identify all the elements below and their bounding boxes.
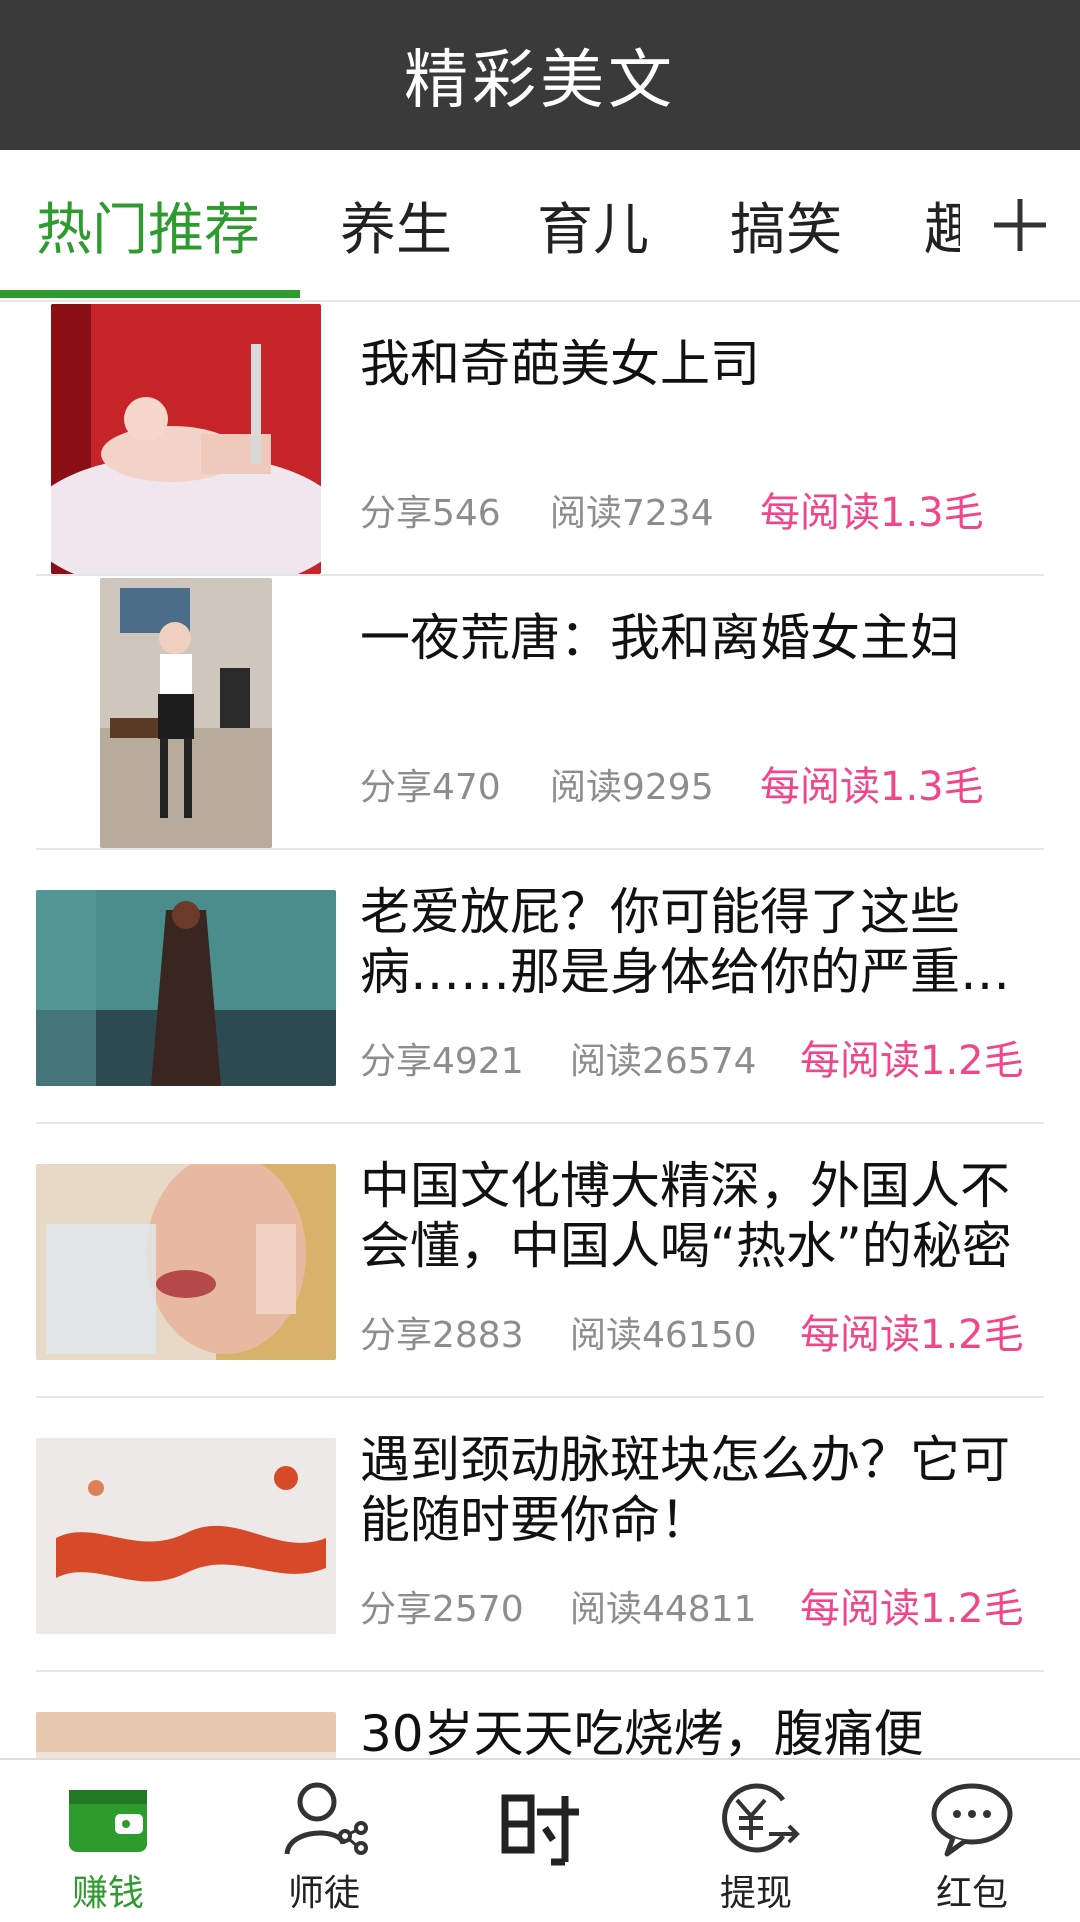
active-tab-indicator: [0, 290, 300, 298]
share-count: 分享546: [360, 493, 501, 534]
list-item[interactable]: 我和奇葩美女上司 分享546 阅读7234 每阅读1.3毛: [36, 300, 1044, 576]
list-item[interactable]: 遇到颈动脉斑块怎么办？它可能随时要你命！ 分享2570 阅读44811 每阅读1…: [36, 1396, 1044, 1672]
share-count: 分享2570: [360, 1589, 524, 1630]
tab-parenting[interactable]: 育儿: [537, 150, 649, 300]
article-meta: 分享2883 阅读46150 每阅读1.2毛: [360, 1306, 1060, 1358]
reward-rate: 每阅读1.2毛: [800, 1312, 1024, 1358]
tab-health[interactable]: 养生: [340, 150, 452, 300]
category-tabs: 热门推荐 养生 育儿 搞笑 趣: [0, 150, 1080, 302]
share-count: 分享2883: [360, 1315, 524, 1356]
article-title[interactable]: 中国文化博大精深，外国人不会懂，中国人喝“热水”的秘密: [360, 1156, 1020, 1276]
article-title[interactable]: 遇到颈动脉斑块怎么办？它可能随时要你命！: [360, 1430, 1020, 1550]
reward-rate: 每阅读1.2毛: [800, 1586, 1024, 1632]
article-title[interactable]: 30岁天天吃烧烤，腹痛便: [360, 1704, 1020, 1758]
tab-funny[interactable]: 搞笑: [730, 150, 842, 300]
article-thumbnail: [36, 1164, 336, 1360]
article-meta: 分享4921 阅读26574 每阅读1.2毛: [360, 1032, 1060, 1084]
reward-rate: 每阅读1.3毛: [760, 764, 984, 810]
article-list[interactable]: 我和奇葩美女上司 分享546 阅读7234 每阅读1.3毛 一夜荒唐：我和离婚女…: [0, 300, 1080, 1758]
read-count: 阅读9295: [550, 767, 714, 808]
article-thumbnail: [36, 1438, 336, 1634]
article-title[interactable]: 我和奇葩美女上司: [360, 334, 1020, 394]
chat-bubble-icon: [931, 1783, 1013, 1857]
list-item[interactable]: 老爱放屁？你可能得了这些病……那是身体给你的严重警告 分享4921 阅读2657…: [36, 848, 1044, 1124]
nav-label: 赚钱: [71, 1873, 144, 1914]
app-header: 精彩美文: [0, 0, 1080, 150]
article-title[interactable]: 一夜荒唐：我和离婚女主妇: [360, 608, 1020, 668]
read-count: 阅读7234: [550, 493, 714, 534]
article-thumbnail: [36, 1712, 336, 1758]
nav-mentor[interactable]: 师徒: [216, 1760, 432, 1922]
reward-rate: 每阅读1.2毛: [800, 1038, 1024, 1084]
article-meta: 分享546 阅读7234 每阅读1.3毛: [360, 484, 1060, 536]
tab-hot-recommend[interactable]: 热门推荐: [36, 150, 260, 300]
share-count: 分享470: [360, 767, 501, 808]
nav-label: 红包: [935, 1873, 1008, 1914]
read-count: 阅读26574: [570, 1041, 757, 1082]
add-category-button[interactable]: [960, 150, 1080, 300]
article-meta: 分享2570 阅读44811 每阅读1.2毛: [360, 1580, 1060, 1632]
plus-icon: [994, 199, 1046, 251]
nav-time[interactable]: [432, 1760, 648, 1922]
read-count: 阅读46150: [570, 1315, 757, 1356]
read-count: 阅读44811: [570, 1589, 757, 1630]
yuan-withdraw-icon: [722, 1783, 800, 1853]
page-title: 精彩美文: [404, 44, 676, 118]
nav-label: 师徒: [287, 1873, 360, 1914]
clock-char-icon: [501, 1794, 579, 1866]
bottom-navigation: 赚钱 师徒 提现 红包: [0, 1758, 1080, 1922]
nav-label: 提现: [719, 1873, 792, 1914]
nav-red-envelope[interactable]: 红包: [864, 1760, 1080, 1922]
article-thumbnail: [100, 578, 272, 848]
wallet-icon: [69, 1790, 147, 1852]
article-meta: 分享470 阅读9295 每阅读1.3毛: [360, 758, 1060, 810]
nav-earn[interactable]: 赚钱: [0, 1760, 216, 1922]
share-count: 分享4921: [360, 1041, 524, 1082]
reward-rate: 每阅读1.3毛: [760, 490, 984, 536]
list-item[interactable]: 中国文化博大精深，外国人不会懂，中国人喝“热水”的秘密 分享2883 阅读461…: [36, 1122, 1044, 1398]
article-thumbnail: [36, 890, 336, 1086]
article-title[interactable]: 老爱放屁？你可能得了这些病……那是身体给你的严重警告: [360, 882, 1020, 1002]
list-item[interactable]: 一夜荒唐：我和离婚女主妇 分享470 阅读9295 每阅读1.3毛: [36, 574, 1044, 850]
article-thumbnail: [51, 304, 321, 574]
user-share-icon: [284, 1782, 368, 1855]
list-item[interactable]: 30岁天天吃烧烤，腹痛便: [36, 1670, 1044, 1758]
nav-withdraw[interactable]: 提现: [648, 1760, 864, 1922]
